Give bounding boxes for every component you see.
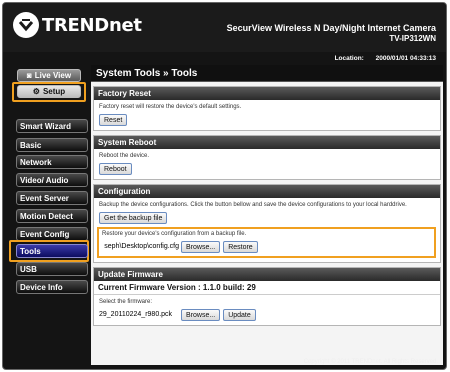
sidebar: ◙ Live View ⚙ Setup Smart Wizard Basic N… <box>3 63 91 363</box>
page-title: System Tools » Tools <box>91 65 443 82</box>
get-backup-file-button[interactable]: Get the backup file <box>99 212 168 224</box>
sidebar-item-label: Device Info <box>20 282 63 292</box>
header: TRENDnet SecurView Wireless N Day/Night … <box>3 3 446 52</box>
configuration-section: Configuration Backup the device configur… <box>93 184 441 263</box>
copyright: Copyright © 2011 TRENDnet. All Rights Re… <box>303 359 438 365</box>
location-label: Location: <box>334 55 364 62</box>
camera-icon: ◙ <box>26 71 32 80</box>
restore-button[interactable]: Restore <box>223 241 258 253</box>
sidebar-item-network[interactable]: Network <box>16 155 88 169</box>
section-heading: Factory Reset <box>94 87 440 100</box>
sidebar-item-device-info[interactable]: Device Info <box>16 280 88 294</box>
section-heading: Configuration <box>94 185 440 198</box>
brand-logo: TRENDnet <box>13 12 142 38</box>
factory-reset-description: Factory reset will restore the device's … <box>99 104 242 110</box>
sidebar-item-label: Smart Wizard <box>20 121 72 131</box>
sidebar-item-usb[interactable]: USB <box>16 262 88 276</box>
device-datetime: 2000/01/01 04:33:13 <box>375 55 436 62</box>
firmware-file-field[interactable]: 29_20110224_r980.pck <box>99 309 179 321</box>
model-name: TV-IP312WN <box>389 34 436 43</box>
location-row: Location: 2000/01/01 04:33:13 <box>325 55 436 62</box>
sidebar-item-basic[interactable]: Basic <box>16 138 88 152</box>
sidebar-item-tools[interactable]: Tools <box>16 244 88 258</box>
live-view-label: Live View <box>34 71 72 80</box>
app-window: TRENDnet SecurView Wireless N Day/Night … <box>2 2 447 370</box>
sidebar-item-motion-detect[interactable]: Motion Detect <box>16 209 88 223</box>
select-firmware-label: Select the firmware: <box>99 299 153 305</box>
sidebar-item-video-audio[interactable]: Video/ Audio <box>16 173 88 187</box>
reboot-button[interactable]: Reboot <box>99 163 132 175</box>
sidebar-item-label: Video/ Audio <box>20 175 69 185</box>
restore-browse-button[interactable]: Browse... <box>181 241 221 253</box>
backup-description: Backup the device configurations. Click … <box>99 202 407 208</box>
system-reboot-section: System Reboot Reboot the device. Reboot <box>93 135 441 180</box>
setup-button[interactable]: ⚙ Setup <box>17 85 81 98</box>
gear-icon: ⚙ <box>32 87 40 96</box>
firmware-browse-button[interactable]: Browse... <box>181 309 221 321</box>
factory-reset-section: Factory Reset Factory reset will restore… <box>93 86 441 131</box>
product-name: SecurView Wireless N Day/Night Internet … <box>226 23 436 33</box>
trendnet-logo-icon <box>13 12 39 38</box>
update-button[interactable]: Update <box>223 309 256 321</box>
sidebar-item-label: Tools <box>20 246 41 256</box>
restore-highlight: Restore your device's configuration from… <box>97 227 436 258</box>
sidebar-item-event-config[interactable]: Event Config <box>16 227 88 241</box>
sidebar-item-event-server[interactable]: Event Server <box>16 191 88 205</box>
section-heading: System Reboot <box>94 136 440 149</box>
main-panel: System Tools » Tools Factory Reset Facto… <box>91 65 443 365</box>
update-firmware-section: Update Firmware Current Firmware Version… <box>93 267 441 326</box>
reset-button[interactable]: Reset <box>99 114 128 126</box>
section-heading: Update Firmware <box>94 268 440 281</box>
sidebar-item-smart-wizard[interactable]: Smart Wizard <box>16 119 88 133</box>
sidebar-item-label: USB <box>20 264 37 274</box>
live-view-button[interactable]: ◙ Live View <box>17 69 81 82</box>
sidebar-item-label: Event Server <box>20 193 69 203</box>
restore-description: Restore your device's configuration from… <box>102 231 247 237</box>
sidebar-item-label: Basic <box>20 140 42 150</box>
sidebar-item-label: Network <box>20 157 52 167</box>
reboot-description: Reboot the device. <box>99 153 150 159</box>
setup-label: Setup <box>42 87 66 96</box>
restore-file-field[interactable]: seph\Desktop\config.cfg <box>102 241 179 253</box>
sidebar-item-label: Event Config <box>20 229 70 239</box>
brand-name: TRENDnet <box>42 14 142 36</box>
sidebar-item-label: Motion Detect <box>20 211 73 221</box>
firmware-version: Current Firmware Version : 1.1.0 build: … <box>94 281 440 295</box>
